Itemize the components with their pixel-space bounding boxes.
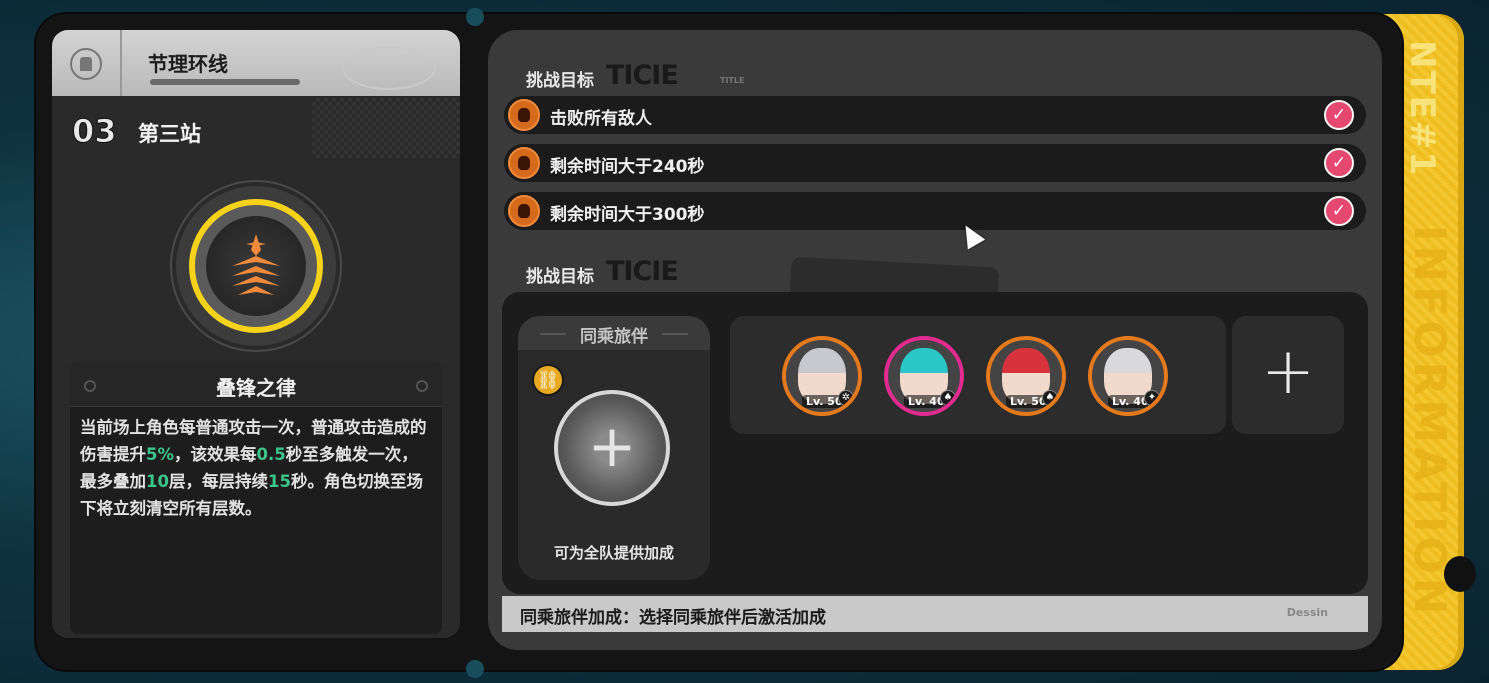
check-icon: ✓ [1324, 148, 1354, 178]
leaf-icon: ♠ [1042, 390, 1058, 406]
add-team-member-button[interactable]: + [1232, 316, 1344, 434]
stacking-blade-icon [232, 234, 280, 295]
side-tab-info-text: INFORMATION [1404, 225, 1455, 619]
side-tab-hole [1444, 556, 1476, 592]
companion-card-header: 同乘旅伴 [518, 316, 710, 350]
team-member-portrait[interactable]: Lv. 40 ♠ [884, 336, 964, 416]
brand-watermark: Dessin [1286, 606, 1328, 619]
skill-text: ，该效果每 [174, 445, 257, 464]
leaf-icon: ♠ [940, 390, 956, 406]
header-decoration [342, 46, 436, 90]
challenge-deco-text-2: TICIE [606, 256, 679, 287]
stage-info-panel: 节理环线 03 第三站 叠锋之律 当前场上角色每普通攻击一次，普通攻击造成的伤害… [52, 30, 460, 638]
stage-emblem-icon [70, 48, 102, 80]
companion-card[interactable]: 同乘旅伴 ⛓ + 可为全队提供加成 [518, 316, 710, 580]
owl-badge-icon [508, 195, 540, 227]
owl-badge-icon [508, 147, 540, 179]
skill-value-highlight: 10 [146, 472, 169, 491]
companion-note: 可为全队提供加成 [553, 544, 674, 562]
stage-name: 第三站 [138, 122, 201, 146]
objective-row: 剩余时间大于240秒 ✓ [504, 144, 1366, 182]
companion-bonus-bar: 同乘旅伴加成：选择同乘旅伴后激活加成 Dessin [502, 596, 1368, 632]
frame-notch [466, 660, 484, 678]
challenge-panel: 挑战目标 TICIE TITLE 击败所有敌人 ✓ 剩余时间大于240秒 ✓ 剩… [488, 30, 1382, 650]
objective-text: 击败所有敌人 [550, 109, 652, 129]
link-icon: ⛓ [532, 364, 564, 396]
challenge-section-label-2: 挑战目标 [526, 267, 594, 287]
check-icon: ✓ [1324, 100, 1354, 130]
star-icon: ✦ [1144, 390, 1160, 406]
side-tab-logo: NTE#1 [1402, 40, 1442, 178]
checker-decoration [312, 98, 460, 158]
stage-series-title: 节理环线 [148, 52, 228, 76]
gear-icon: ✲ [838, 390, 854, 406]
team-member-portrait[interactable]: Lv. 50 ♠ [986, 336, 1066, 416]
check-icon: ✓ [1324, 196, 1354, 226]
skill-description-panel: 叠锋之律 当前场上角色每普通攻击一次，普通攻击造成的伤害提升5%，该效果每0.5… [70, 362, 442, 634]
skill-text: 层，每层持续 [168, 472, 268, 491]
add-companion-button[interactable]: + [554, 390, 670, 506]
skill-name: 叠锋之律 [216, 376, 296, 400]
challenge-section-label: 挑战目标 [526, 71, 594, 91]
stage-number: 03 [72, 112, 118, 151]
challenge-deco-text: TICIE [606, 60, 679, 91]
skill-value-highlight: 5% [146, 445, 175, 464]
companion-area: 同乘旅伴 ⛓ + 可为全队提供加成 Lv. 50 ✲ Lv. 40 ♠ Lv. 50 ♠ L… [502, 292, 1368, 594]
objective-row: 击败所有敌人 ✓ [504, 96, 1366, 134]
header-subtitle-bar [150, 79, 300, 85]
team-member-portrait[interactable]: Lv. 40 ✦ [1088, 336, 1168, 416]
skill-title-bar: 叠锋之律 [70, 362, 442, 407]
stage-header: 节理环线 [52, 30, 460, 96]
objective-row: 剩余时间大于300秒 ✓ [504, 192, 1366, 230]
skill-value-highlight: 0.5 [256, 445, 286, 464]
objective-text: 剩余时间大于240秒 [550, 157, 705, 177]
title-line [662, 333, 688, 335]
owl-badge-icon [508, 99, 540, 131]
medal-inner [206, 216, 306, 316]
objective-text: 剩余时间大于300秒 [550, 205, 705, 225]
frame-notch [466, 8, 484, 26]
skill-value-highlight: 15 [267, 472, 291, 491]
skill-description: 当前场上角色每普通攻击一次，普通攻击造成的伤害提升5%，该效果每0.5秒至多触发… [80, 414, 430, 522]
companion-bonus-value: 选择同乘旅伴后激活加成 [639, 608, 826, 628]
header-divider [120, 30, 122, 96]
team-roster: Lv. 50 ✲ Lv. 40 ♠ Lv. 50 ♠ Lv. 40 ✦ [730, 316, 1226, 434]
companion-bonus-label: 同乘旅伴加成： [520, 608, 639, 628]
companion-bonus-text: 同乘旅伴加成：选择同乘旅伴后激活加成 [520, 603, 826, 628]
team-member-portrait[interactable]: Lv. 50 ✲ [782, 336, 862, 416]
skill-medal[interactable] [176, 186, 336, 346]
challenge-deco-small: TITLE [720, 76, 745, 85]
